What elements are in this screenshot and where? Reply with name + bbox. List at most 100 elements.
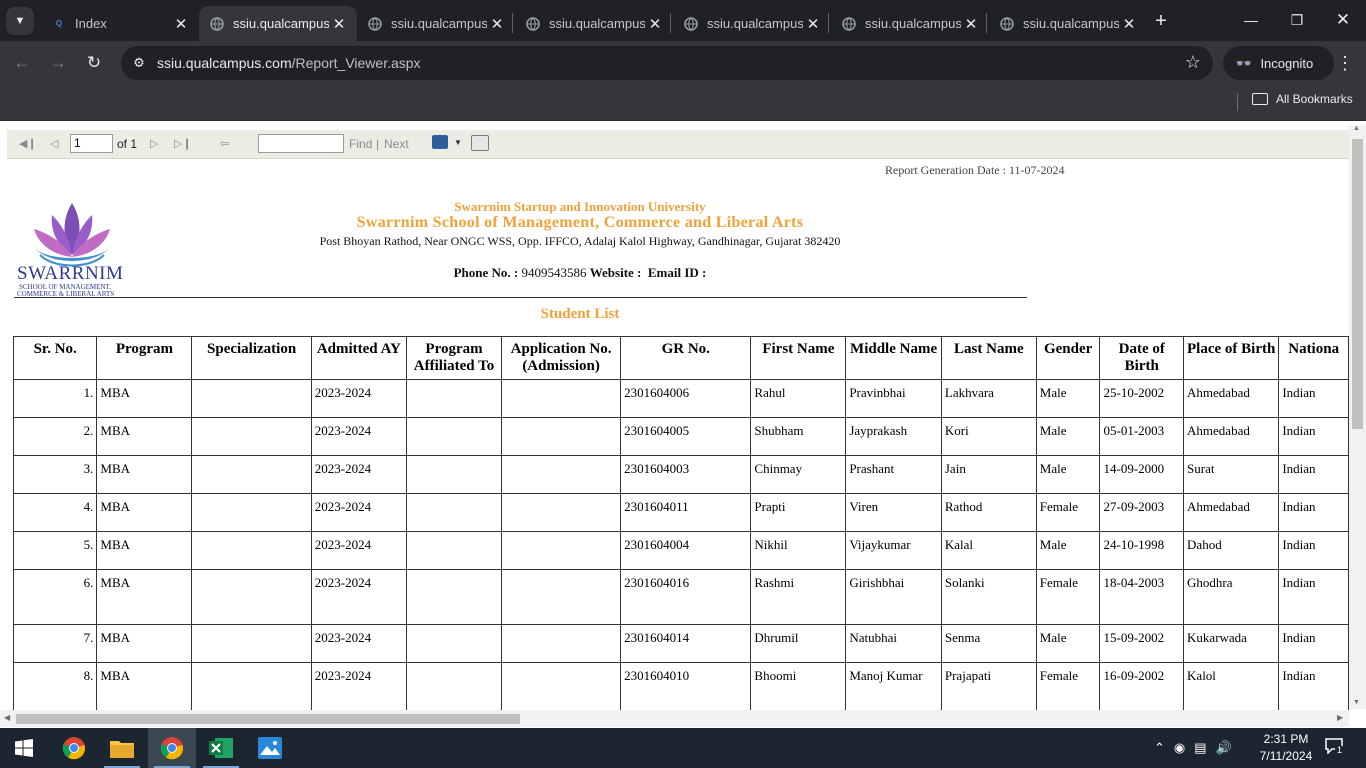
- table-cell: Female: [1035, 569, 1101, 625]
- table-cell: Male: [1035, 531, 1101, 570]
- table-cell: MBA: [96, 379, 193, 418]
- tab-qualcampus-4[interactable]: ssiu.qualcampus ✕: [515, 6, 673, 41]
- table-cell: 2023-2024: [310, 379, 407, 418]
- reload-button[interactable]: ↻: [80, 50, 108, 76]
- site-info-icon[interactable]: ⚙: [129, 53, 149, 73]
- browser-menu-button[interactable]: ⋮: [1336, 50, 1354, 76]
- taskbar-file-explorer[interactable]: [98, 728, 146, 768]
- close-window-button[interactable]: ✕: [1320, 0, 1366, 40]
- horizontal-scrollbar[interactable]: ◀ ▶: [0, 710, 1349, 727]
- table-cell: [405, 493, 503, 532]
- page-number-input[interactable]: 1: [70, 134, 113, 153]
- table-cell: 2023-2024: [310, 493, 407, 532]
- print-icon[interactable]: [471, 135, 489, 151]
- close-tab-icon[interactable]: ✕: [961, 15, 981, 33]
- find-next-link[interactable]: Next: [384, 137, 409, 151]
- start-button[interactable]: [0, 728, 48, 768]
- address-bar[interactable]: ⚙ ssiu.qualcampus.com/Report_Viewer.aspx…: [121, 46, 1213, 80]
- taskbar-clock[interactable]: 2:31 PM 7/11/2024: [1255, 731, 1317, 765]
- scroll-up-icon[interactable]: ▲: [1353, 125, 1360, 132]
- first-page-icon[interactable]: ◀❙: [19, 137, 37, 150]
- school-name: Swarrnim School of Management, Commerce …: [356, 214, 804, 231]
- tab-qualcampus-6[interactable]: ssiu.qualcampus ✕: [831, 6, 989, 41]
- tab-qualcampus-7[interactable]: ssiu.qualcampus ✕: [989, 6, 1147, 41]
- camera-icon[interactable]: ◉: [1174, 740, 1185, 756]
- chevron-up-icon[interactable]: ⌃: [1154, 740, 1165, 756]
- table-cell: [501, 493, 622, 532]
- table-cell: 27-09-2003: [1099, 493, 1185, 532]
- table-cell: [405, 624, 503, 663]
- close-tab-icon[interactable]: ✕: [329, 15, 349, 33]
- find-text-input[interactable]: [258, 134, 344, 153]
- tab-search-button[interactable]: ▼: [6, 7, 34, 35]
- table-cell: 18-04-2003: [1099, 569, 1185, 625]
- table-cell: 2301604011: [620, 493, 752, 532]
- scroll-down-icon[interactable]: ▼: [1353, 699, 1360, 706]
- table-cell: 16-09-2002: [1099, 662, 1185, 710]
- globe-icon: [367, 16, 383, 32]
- forward-button[interactable]: →: [44, 50, 72, 76]
- close-tab-icon[interactable]: ✕: [645, 15, 665, 33]
- windows-logo-icon: [15, 739, 33, 757]
- tab-report-viewer[interactable]: ssiu.qualcampus ✕: [199, 6, 357, 41]
- all-bookmarks-button[interactable]: All Bookmarks: [1252, 92, 1353, 106]
- find-link[interactable]: Find: [349, 137, 372, 151]
- table-cell: Indian: [1278, 455, 1349, 494]
- new-tab-button[interactable]: +: [1148, 8, 1174, 34]
- report-viewer-toolbar: ◀❙ ◁ 1 of 1 ▷ ▷❙ ⇦ Find | Next ▼: [7, 130, 1350, 159]
- column-header: Date of Birth: [1099, 336, 1185, 380]
- tab-index[interactable]: Q Index ✕: [41, 6, 199, 41]
- column-header: Specialization: [191, 336, 312, 380]
- close-tab-icon[interactable]: ✕: [487, 15, 507, 33]
- tab-qualcampus-5[interactable]: ssiu.qualcampus ✕: [673, 6, 831, 41]
- taskbar-chrome[interactable]: [50, 728, 98, 768]
- close-tab-icon[interactable]: ✕: [171, 15, 191, 33]
- horizontal-scroll-thumb[interactable]: [16, 714, 520, 724]
- taskbar-chrome-incognito[interactable]: [148, 728, 196, 768]
- folder-icon: [1252, 93, 1268, 105]
- vertical-scrollbar[interactable]: ▲ ▼: [1349, 125, 1366, 709]
- bookmarks-divider: [1237, 93, 1238, 111]
- scroll-right-icon[interactable]: ▶: [1337, 713, 1343, 722]
- scroll-left-icon[interactable]: ◀: [4, 713, 10, 722]
- table-cell: [191, 417, 312, 456]
- back-to-parent-icon[interactable]: ⇦: [220, 137, 229, 150]
- restore-button[interactable]: ❐: [1274, 0, 1320, 40]
- globe-icon: [209, 16, 225, 32]
- chevron-down-icon: ▼: [14, 15, 26, 27]
- next-page-icon[interactable]: ▷: [150, 137, 158, 150]
- notification-center-icon[interactable]: 1: [1325, 738, 1345, 756]
- vertical-scroll-thumb[interactable]: [1352, 139, 1363, 429]
- tab-qualcampus-3[interactable]: ssiu.qualcampus ✕: [357, 6, 515, 41]
- taskbar-photos[interactable]: [246, 728, 294, 768]
- table-cell: MBA: [96, 417, 193, 456]
- export-icon[interactable]: [432, 135, 448, 149]
- volume-icon[interactable]: 🔊: [1216, 740, 1232, 756]
- column-header: Place of Birth: [1183, 336, 1280, 380]
- table-cell: Male: [1035, 624, 1101, 663]
- table-cell: Shubham: [750, 417, 847, 456]
- taskbar-excel[interactable]: [197, 728, 245, 768]
- phone-label: Phone No. :: [453, 265, 519, 280]
- page-count: of 1: [117, 137, 138, 151]
- bookmark-star-icon[interactable]: ☆: [1185, 52, 1201, 73]
- last-page-icon[interactable]: ▷❙: [174, 137, 192, 150]
- network-icon[interactable]: ▤: [1194, 740, 1206, 756]
- table-row: 8. MBA 2023-2024 2301604010 Bhoomi Manoj Kuma…: [12, 662, 1349, 710]
- table-cell: 25-10-2002: [1099, 379, 1185, 418]
- table-row: 4. MBA 2023-2024 2301604011 Prapti Viren Ratho…: [12, 493, 1349, 532]
- table-cell: [501, 417, 622, 456]
- export-dropdown-icon[interactable]: ▼: [454, 138, 462, 147]
- table-cell: 2301604016: [620, 569, 752, 625]
- previous-page-icon[interactable]: ◁: [50, 137, 58, 150]
- table-row: 7. MBA 2023-2024 2301604014 Dhrumil Natubhai S…: [12, 624, 1349, 663]
- close-tab-icon[interactable]: ✕: [803, 15, 823, 33]
- close-tab-icon[interactable]: ✕: [1119, 15, 1139, 33]
- column-header: Admitted AY: [310, 336, 407, 380]
- incognito-indicator[interactable]: 👓 Incognito: [1223, 46, 1334, 80]
- url-text[interactable]: ssiu.qualcampus.com/Report_Viewer.aspx: [157, 55, 421, 71]
- minimize-button[interactable]: —: [1228, 0, 1274, 40]
- tab-divider: [670, 13, 671, 33]
- table-cell: 24-10-1998: [1099, 531, 1185, 570]
- back-button[interactable]: ←: [8, 50, 36, 76]
